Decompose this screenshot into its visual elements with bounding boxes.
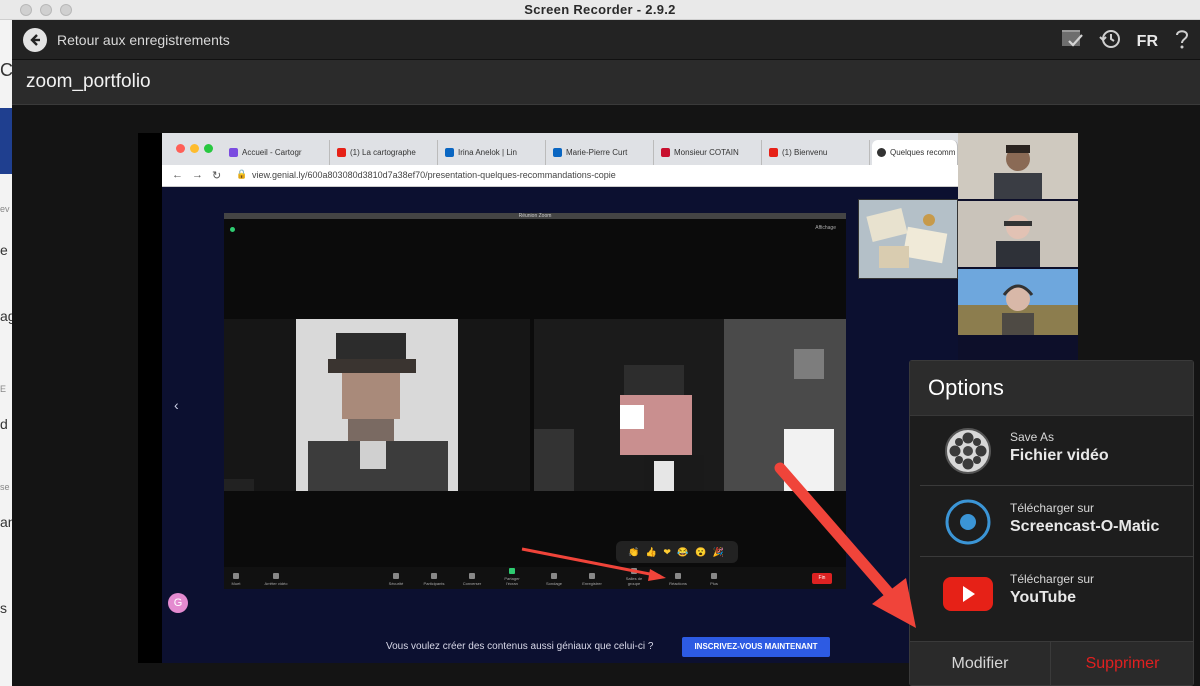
slide-thumbnail-image	[858, 199, 958, 279]
option-subtitle: Télécharger sur	[1010, 572, 1095, 586]
window-titlebar: Screen Recorder - 2.9.2	[0, 0, 1200, 20]
video-stage: Accueil - Cartogr (1) La cartographe Iri…	[12, 105, 1200, 686]
video-letterbox	[138, 133, 162, 663]
bg-letter: se	[0, 482, 10, 492]
recording-name[interactable]: zoom_portfolio	[26, 71, 151, 93]
zoom-end-button: Fin	[812, 573, 832, 584]
options-header: Options	[910, 361, 1193, 416]
save-as-video-file-option[interactable]: Save As Fichier vidéo	[920, 416, 1193, 486]
back-icon: ←	[172, 169, 183, 181]
meeting-participants-strip	[958, 133, 1078, 359]
zoom-chat-control: Converser	[460, 573, 484, 586]
zoom-more-control: Plus	[702, 573, 726, 586]
option-subtitle: Save As	[1010, 430, 1055, 444]
forward-icon: →	[192, 169, 203, 181]
options-title: Options	[928, 375, 1004, 400]
zoom-reactions-control: Réactions	[666, 573, 690, 586]
top-toolbar: Retour aux enregistrements FR	[12, 20, 1200, 60]
cta-text: Vous voulez créer des contenus aussi gén…	[386, 641, 654, 652]
zoom-view-label: Affichage	[815, 225, 836, 231]
reload-icon: ↻	[212, 170, 222, 182]
browser-tab: (1) La cartographe	[332, 140, 438, 165]
browser-tab-strip: Accueil - Cartogr (1) La cartographe Iri…	[162, 133, 958, 165]
help-icon[interactable]	[1174, 28, 1190, 55]
back-label: Retour aux enregistrements	[57, 32, 230, 48]
zoom-mute-control: Muet	[224, 573, 248, 586]
browser-url: view.genial.ly/600a803080d3810d7a38ef70/…	[252, 170, 616, 180]
zoom-participants-control: Participants	[422, 573, 446, 586]
zoom-video-control: Arrêter vidéo	[264, 573, 288, 586]
zoom-security-control: Sécurité	[384, 573, 408, 586]
screen-recorder-window: Retour aux enregistrements FR zoom_portf…	[12, 20, 1200, 686]
options-panel: Options Save As Fichier vidéo Télécharge…	[909, 360, 1194, 686]
back-arrow-icon	[23, 28, 47, 52]
option-label: YouTube	[1010, 589, 1077, 606]
modify-button[interactable]: Modifier	[910, 642, 1051, 686]
browser-tab: Accueil - Cartogr	[224, 140, 330, 165]
zoom-control-bar: Muet Arrêter vidéo Sécurité Participants…	[224, 567, 846, 589]
bg-letter: ag	[0, 308, 12, 324]
top-right-icons: FR	[1061, 28, 1190, 55]
zoom-breakout-control: Salles de groupe	[622, 568, 646, 586]
back-to-recordings-button[interactable]: Retour aux enregistrements	[23, 27, 230, 53]
bg-letter: an	[0, 514, 12, 530]
bg-letter: C	[0, 60, 12, 80]
background-app-window: C ev e ag E d se an s	[0, 20, 12, 686]
upload-screencast-o-matic-option[interactable]: Télécharger sur Screencast-O-Matic	[920, 487, 1193, 557]
language-selector[interactable]: FR	[1137, 33, 1158, 51]
pixelated-participant-image	[224, 319, 458, 491]
genially-logo: G	[168, 593, 188, 613]
zoom-record-control: Enregistrer	[580, 573, 604, 586]
browser-tab: (1) Bienvenu	[764, 140, 870, 165]
cta-signup-button: INSCRIVEZ-VOUS MAINTENANT	[682, 637, 830, 657]
lock-icon: 🔒	[236, 169, 248, 179]
browser-tab: Irina Anelok | Lin	[440, 140, 546, 165]
list-check-icon[interactable]	[1061, 29, 1083, 54]
screencast-o-matic-icon	[942, 496, 994, 548]
browser-tab-active: Quelques recomm	[872, 140, 958, 165]
participant-video	[958, 133, 1078, 199]
zoom-share-control: Partager l'écran	[500, 568, 524, 586]
slide-cta-bar: Vous voulez créer des contenus aussi gén…	[162, 633, 958, 663]
zoom-poll-control: Sondage	[542, 573, 566, 586]
film-reel-icon	[942, 425, 994, 477]
browser-minimize-dot	[190, 144, 199, 153]
options-footer: Modifier Supprimer	[910, 641, 1193, 686]
bg-letter: ev	[0, 204, 10, 214]
delete-button[interactable]: Supprimer	[1052, 642, 1193, 686]
browser-close-dot	[176, 144, 185, 153]
zoom-participant-tile	[534, 319, 846, 491]
history-icon[interactable]	[1098, 28, 1121, 55]
bg-letter: E	[0, 384, 7, 394]
presentation-slide: ‹ Réunion Zoom Affichage 👏 👍 ❤ 😂 😮 🎉 Mue…	[162, 187, 958, 663]
slide-prev-icon: ‹	[174, 397, 179, 413]
zoom-shield-icon	[230, 227, 235, 232]
option-label: Screencast-O-Matic	[1010, 518, 1160, 535]
zoom-reactions-panel: 👏 👍 ❤ 😂 😮 🎉	[616, 541, 738, 563]
browser-zoom-dot	[204, 144, 213, 153]
option-subtitle: Télécharger sur	[1010, 501, 1095, 515]
pixelated-participant-image	[534, 319, 846, 491]
bg-app-blue-bar	[0, 108, 12, 174]
browser-tab: Marie-Pierre Curt	[548, 140, 654, 165]
browser-address-bar: ← → ↻ 🔒 view.genial.ly/600a803080d3810d7…	[162, 165, 958, 187]
zoom-title: Réunion Zoom	[518, 213, 552, 219]
bg-letter: d	[0, 416, 8, 432]
window-title: Screen Recorder - 2.9.2	[524, 2, 676, 17]
browser-tab: Monsieur COTAIN	[656, 140, 762, 165]
bg-letter: e	[0, 242, 8, 258]
zoom-meeting-window: Réunion Zoom Affichage 👏 👍 ❤ 😂 😮 🎉 Muet …	[224, 213, 846, 589]
recording-name-bar: zoom_portfolio	[12, 60, 1200, 105]
option-label: Fichier vidéo	[1010, 447, 1109, 464]
participant-video	[958, 201, 1078, 267]
upload-youtube-option[interactable]: Télécharger sur YouTube	[920, 558, 1193, 628]
participant-video	[958, 269, 1078, 335]
zoom-participant-tile	[224, 319, 530, 491]
bg-letter: s	[0, 600, 7, 616]
youtube-icon	[942, 567, 994, 619]
